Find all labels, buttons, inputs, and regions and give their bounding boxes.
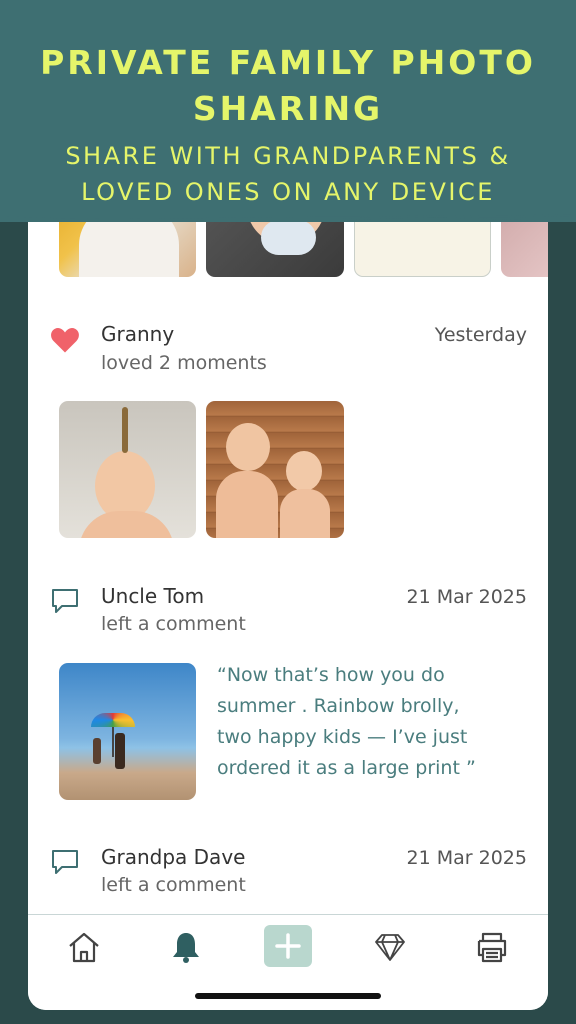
promo-banner: PRIVATE FAMILY PHOTO SHARING SHARE WITH … — [0, 0, 576, 222]
feed-item-action: loved 2 moments — [101, 352, 267, 374]
comment-text: “Now that’s how you do summer . Rainbow … — [217, 664, 476, 779]
comment-icon — [52, 589, 78, 613]
feed-item-name: Granny — [101, 322, 175, 346]
photo-thumbnail[interactable] — [59, 401, 196, 538]
photo-thumbnail[interactable] — [206, 401, 344, 538]
diamond-icon — [375, 934, 405, 961]
home-icon — [69, 932, 99, 963]
heart-icon — [51, 328, 79, 353]
printer-icon — [477, 932, 507, 963]
feed-item-date: 21 Mar 2025 — [406, 847, 527, 869]
comment-icon — [52, 850, 78, 874]
tab-premium[interactable] — [368, 925, 412, 969]
feed-item-action: left a comment — [101, 613, 246, 635]
tab-home[interactable] — [62, 925, 106, 969]
tab-print[interactable] — [470, 925, 514, 969]
add-icon — [275, 933, 301, 959]
home-indicator — [195, 993, 381, 999]
banner-wave-edge — [0, 212, 576, 222]
feed-item-action: left a comment — [101, 874, 246, 896]
photo-thumbnail[interactable] — [59, 663, 196, 800]
feed-item-date: 21 Mar 2025 — [406, 586, 527, 608]
tab-add[interactable] — [264, 925, 312, 967]
feed-item-date: Yesterday — [434, 324, 527, 346]
banner-subline: SHARE WITH GRANDPARENTS & LOVED ONES ON … — [65, 142, 511, 206]
feed-item-name: Uncle Tom — [101, 584, 205, 608]
tab-notifications[interactable] — [164, 925, 208, 969]
bell-icon — [173, 933, 199, 963]
banner-headline: PRIVATE FAMILY PHOTO SHARING — [40, 43, 536, 128]
app-screen: Granny loved 2 moments Yesterday Uncle T… — [28, 190, 548, 1010]
feed-item-name: Grandpa Dave — [101, 845, 246, 869]
